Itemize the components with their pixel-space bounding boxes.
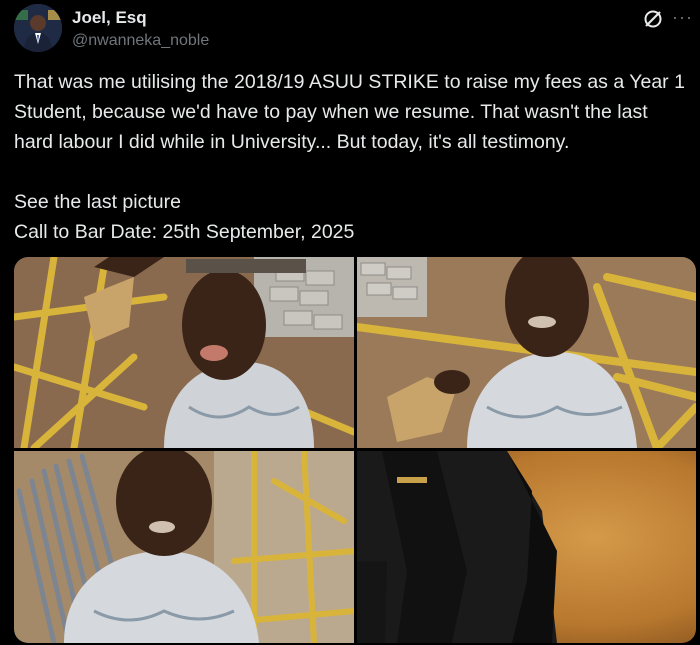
- media-photo-2[interactable]: [357, 257, 696, 448]
- media-photo-3[interactable]: [14, 451, 354, 643]
- media-grid: [14, 257, 696, 643]
- media-photo-4[interactable]: [357, 451, 696, 643]
- tweet-line: See the last picture: [14, 191, 181, 213]
- tweet-text: That was me utilising the 2018/19 ASUU S…: [14, 67, 690, 247]
- avatar[interactable]: [14, 4, 62, 52]
- tweet-paragraph: That was me utilising the 2018/19 ASUU S…: [14, 71, 685, 153]
- grok-icon[interactable]: [642, 8, 664, 30]
- author-handle[interactable]: @nwanneka_noble: [72, 32, 209, 50]
- media-photo-1[interactable]: [14, 257, 354, 448]
- tweet-header: Joel, Esq @nwanneka_noble ···: [14, 4, 692, 54]
- author-display-name[interactable]: Joel, Esq: [72, 8, 147, 28]
- more-icon[interactable]: ···: [672, 7, 693, 28]
- tweet-line: Call to Bar Date: 25th September, 2025: [14, 221, 355, 243]
